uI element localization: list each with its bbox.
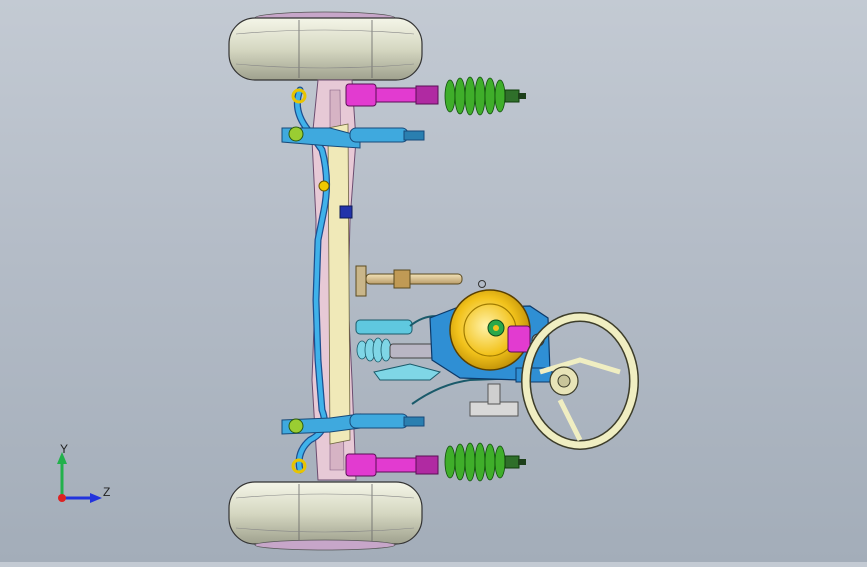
anti-roll-link: [318, 180, 330, 192]
suspension-assembly-model[interactable]: [0, 0, 867, 562]
upper-tire[interactable]: [228, 11, 423, 81]
upper-strut[interactable]: [345, 76, 526, 116]
cad-3d-viewport[interactable]: Y Z: [0, 0, 867, 562]
y-axis-label: Y: [60, 442, 69, 456]
upper-control-arm[interactable]: [281, 126, 425, 149]
z-axis-label: Z: [103, 485, 111, 499]
tie-rod[interactable]: [355, 265, 463, 297]
steering-rack[interactable]: [355, 319, 442, 381]
ref-marker: [478, 280, 486, 288]
rack-boot: [356, 337, 392, 363]
master-cylinder[interactable]: [507, 325, 531, 353]
lower-coil-spring[interactable]: [444, 442, 506, 482]
upper-coil-spring[interactable]: [444, 76, 506, 116]
brake-pedal[interactable]: [469, 383, 519, 417]
lower-strut[interactable]: [345, 442, 526, 482]
lower-tire[interactable]: [228, 481, 423, 551]
brake-line-lower: [411, 377, 521, 405]
x-axis-dot: [58, 494, 66, 502]
bracket: [339, 205, 353, 219]
